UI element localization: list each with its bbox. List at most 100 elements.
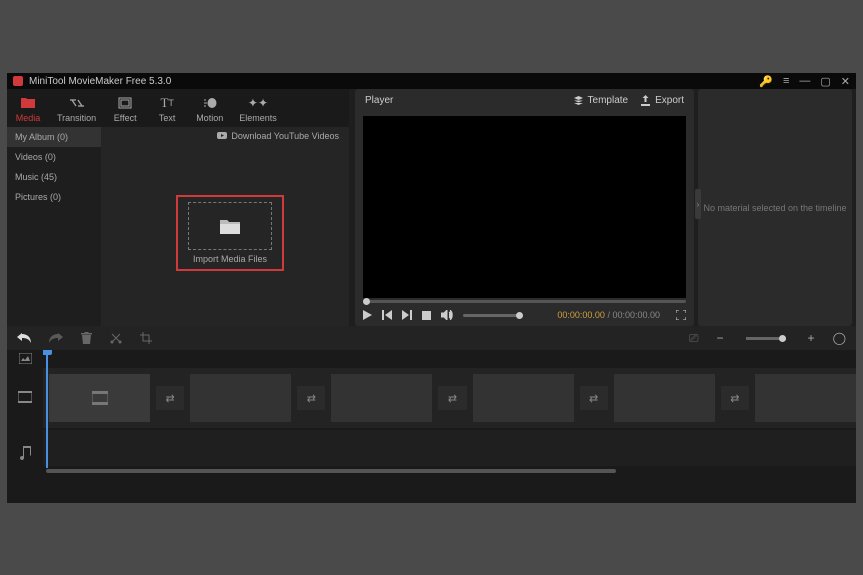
app-window: MiniTool MovieMaker Free 5.3.0 🔑 ≡ — ▢ ✕… — [7, 73, 856, 503]
album-my-album[interactable]: My Album (0) — [7, 127, 101, 147]
audio-track[interactable] — [43, 430, 856, 466]
close-button[interactable]: ✕ — [841, 75, 850, 88]
download-youtube-link[interactable]: Download YouTube Videos — [217, 131, 339, 141]
player-viewport[interactable] — [363, 116, 686, 298]
redo-button[interactable] — [49, 333, 63, 344]
clip-slot[interactable] — [473, 374, 574, 422]
tab-motion-label: Motion — [196, 113, 223, 123]
export-icon — [640, 95, 651, 106]
crop-button[interactable] — [140, 332, 152, 344]
tab-text[interactable]: TT Text — [146, 91, 188, 127]
window-title: MiniTool MovieMaker Free 5.3.0 — [29, 76, 759, 87]
track-headers — [7, 350, 43, 503]
timeline-area: ⎚ − + ◯ — [7, 326, 856, 503]
clip-slot[interactable] — [331, 374, 432, 422]
video-track[interactable]: ⇄ ⇄ ⇄ ⇄ ⇄ — [43, 368, 856, 428]
inspector-empty-text: No material selected on the timeline — [703, 203, 846, 213]
tab-elements[interactable]: ✦✦ Elements — [231, 91, 285, 127]
clip-placeholder-icon — [92, 391, 108, 405]
minimize-button[interactable]: — — [799, 75, 810, 87]
transition-slot[interactable]: ⇄ — [580, 386, 608, 410]
template-label: Template — [588, 95, 629, 106]
effect-icon — [118, 96, 132, 111]
track-header-video[interactable] — [7, 366, 43, 428]
fullscreen-button[interactable] — [676, 310, 686, 320]
folder-icon — [220, 218, 240, 234]
stop-button[interactable] — [422, 311, 431, 320]
zoom-slider[interactable] — [746, 337, 786, 340]
zoom-fit-button[interactable]: ◯ — [833, 331, 846, 345]
download-icon — [217, 132, 227, 141]
timeline-tracks[interactable]: ⇄ ⇄ ⇄ ⇄ ⇄ — [43, 350, 856, 503]
text-icon: TT — [160, 96, 173, 111]
delete-button[interactable] — [81, 332, 92, 344]
import-dropzone — [188, 202, 272, 250]
template-button[interactable]: Template — [573, 95, 629, 106]
import-label: Import Media Files — [193, 254, 267, 264]
clip-slot[interactable] — [614, 374, 715, 422]
seek-bar[interactable] — [355, 298, 694, 306]
maximize-button[interactable]: ▢ — [820, 75, 830, 88]
transition-icon — [69, 96, 85, 111]
next-frame-button[interactable] — [402, 310, 412, 320]
export-button[interactable]: Export — [640, 95, 684, 106]
volume-icon[interactable] — [441, 310, 453, 320]
folder-icon — [21, 96, 35, 111]
tab-effect-label: Effect — [114, 113, 137, 123]
undo-button[interactable] — [17, 333, 31, 344]
timeline-toolbar: ⎚ − + ◯ — [7, 326, 856, 350]
scrollbar-thumb[interactable] — [46, 469, 616, 473]
clip-slot[interactable] — [755, 374, 856, 422]
timecode-current: 00:00:00.00 — [557, 310, 605, 320]
menu-icon[interactable]: ≡ — [783, 75, 789, 87]
media-area: Download YouTube Videos Import Media Fil… — [101, 127, 349, 326]
transition-slot[interactable]: ⇄ — [297, 386, 325, 410]
player-title: Player — [365, 95, 573, 106]
album-music[interactable]: Music (45) — [7, 167, 101, 187]
play-button[interactable] — [363, 310, 372, 320]
transition-slot[interactable]: ⇄ — [156, 386, 184, 410]
zoom-in-button[interactable]: + — [808, 331, 815, 345]
tab-media-label: Media — [16, 113, 41, 123]
tab-elements-label: Elements — [239, 113, 277, 123]
playhead[interactable] — [46, 350, 48, 470]
import-media-button[interactable]: Import Media Files — [176, 195, 284, 271]
download-youtube-label: Download YouTube Videos — [231, 131, 339, 141]
inspector-panel: › No material selected on the timeline — [698, 89, 852, 326]
tab-media[interactable]: Media — [7, 91, 49, 127]
track-header-audio[interactable] — [7, 428, 43, 478]
title-bar: MiniTool MovieMaker Free 5.3.0 🔑 ≡ — ▢ ✕ — [7, 73, 856, 89]
motion-icon — [203, 96, 217, 111]
prev-frame-button[interactable] — [382, 310, 392, 320]
main-toolbar: Media Transition Effect TT Text — [7, 89, 349, 127]
seek-thumb[interactable] — [363, 298, 370, 305]
track-header-picture[interactable] — [7, 350, 43, 366]
app-logo-icon — [13, 76, 23, 86]
tab-transition[interactable]: Transition — [49, 91, 104, 127]
clip-slot[interactable] — [190, 374, 291, 422]
album-list: My Album (0) Videos (0) Music (45) Pictu… — [7, 127, 101, 326]
player-panel: Player Template Export — [355, 89, 694, 326]
timeline-settings-icon[interactable]: ⎚ — [689, 331, 699, 346]
tab-transition-label: Transition — [57, 113, 96, 123]
export-label: Export — [655, 95, 684, 106]
library-panel: Media Transition Effect TT Text — [7, 89, 349, 326]
volume-slider[interactable] — [463, 314, 523, 317]
tab-effect[interactable]: Effect — [104, 91, 146, 127]
split-button[interactable] — [110, 332, 122, 344]
panel-collapse-handle[interactable]: › — [695, 189, 701, 219]
template-icon — [573, 95, 584, 106]
timecode-total: 00:00:00.00 — [612, 310, 660, 320]
transition-slot[interactable]: ⇄ — [438, 386, 466, 410]
tab-motion[interactable]: Motion — [188, 91, 231, 127]
album-videos[interactable]: Videos (0) — [7, 147, 101, 167]
timeline-scrollbar[interactable] — [43, 468, 856, 474]
transition-slot[interactable]: ⇄ — [721, 386, 749, 410]
tab-text-label: Text — [159, 113, 176, 123]
zoom-out-button[interactable]: − — [717, 331, 724, 345]
elements-icon: ✦✦ — [248, 96, 268, 111]
clip-slot[interactable] — [49, 374, 150, 422]
album-pictures[interactable]: Pictures (0) — [7, 187, 101, 207]
license-key-icon[interactable]: 🔑 — [759, 75, 773, 88]
timeline-ruler[interactable] — [43, 350, 856, 366]
